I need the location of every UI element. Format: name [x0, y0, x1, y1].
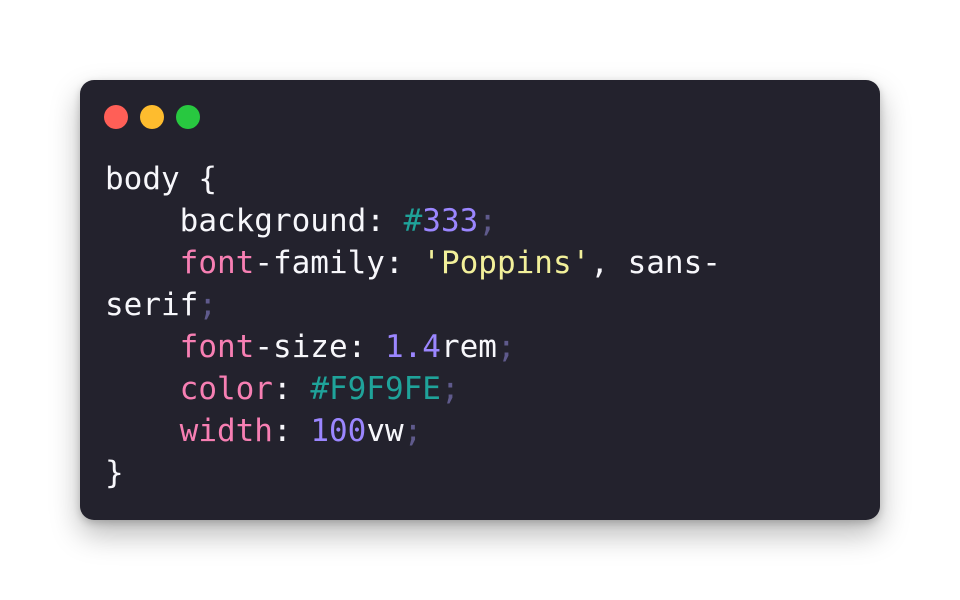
code-token: 'Poppins' [422, 245, 591, 281]
code-block: body { background: #333; font-family: 'P… [105, 158, 721, 494]
code-token: -size: [254, 329, 385, 365]
code-token: ; [496, 329, 516, 365]
code-line: width: 100vw; [105, 410, 721, 452]
code-token: 100 [310, 413, 367, 449]
code-token: # [403, 203, 423, 239]
code-token: font [179, 245, 255, 281]
code-line: serif; [105, 284, 721, 326]
code-token: serif [105, 287, 199, 323]
code-line: color: #F9F9FE; [105, 368, 721, 410]
code-token: body { [105, 161, 217, 197]
code-token: width [179, 413, 273, 449]
code-token: : [272, 371, 311, 407]
code-line: background: #333; [105, 200, 721, 242]
code-token: 1.4 [384, 329, 441, 365]
code-token: color [179, 371, 273, 407]
code-line: } [105, 452, 721, 494]
code-token: background: [179, 203, 404, 239]
code-token: ; [440, 371, 460, 407]
window-controls [104, 105, 200, 129]
minimize-button[interactable] [140, 105, 164, 129]
code-token: -family: [254, 245, 423, 281]
code-token: ; [403, 413, 423, 449]
code-token: 333 [422, 203, 479, 239]
code-token: font [179, 329, 255, 365]
code-token: ; [198, 287, 217, 323]
code-token: : [272, 413, 311, 449]
code-line: font-size: 1.4rem; [105, 326, 721, 368]
close-button[interactable] [104, 105, 128, 129]
code-window: body { background: #333; font-family: 'P… [80, 80, 880, 520]
code-line: font-family: 'Poppins', sans- [105, 242, 721, 284]
code-line: body { [105, 158, 721, 200]
code-token: ; [478, 203, 497, 239]
code-token: } [105, 455, 124, 491]
code-token: , sans- [590, 245, 721, 281]
code-token: rem [440, 329, 497, 365]
zoom-button[interactable] [176, 105, 200, 129]
code-token: #F9F9FE [310, 371, 441, 407]
code-token: vw [366, 413, 404, 449]
